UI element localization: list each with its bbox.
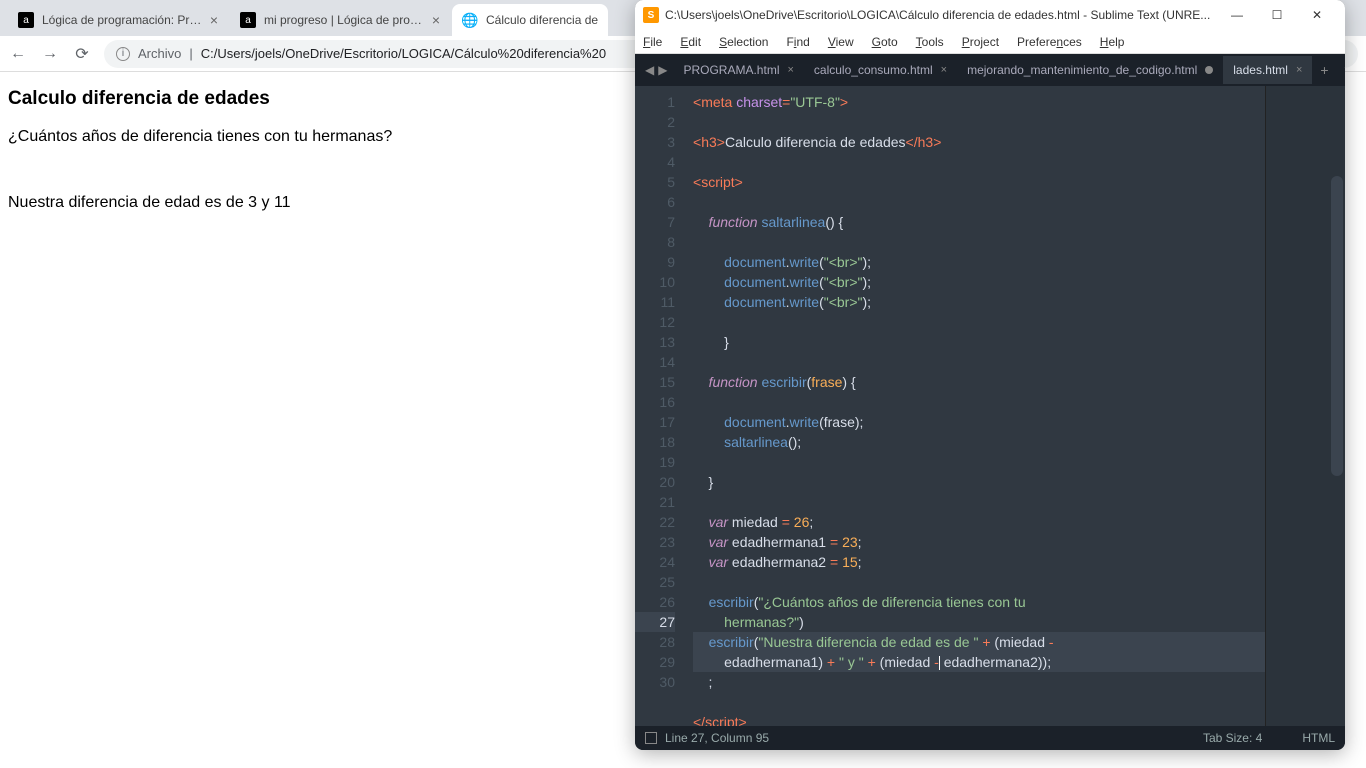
menu-edit[interactable]: Edit <box>680 35 701 49</box>
tab-dropdown-button[interactable]: ▼ <box>1337 65 1345 76</box>
close-icon[interactable]: × <box>1296 64 1302 76</box>
browser-tab-1[interactable]: a Lógica de programación: Primerc × <box>8 4 228 36</box>
new-tab-button[interactable]: + <box>1312 62 1336 78</box>
code-area[interactable]: <meta charset="UTF-8"> <h3>Calculo difer… <box>685 86 1265 726</box>
minimize-button[interactable]: — <box>1217 8 1257 22</box>
menu-tools[interactable]: Tools <box>916 35 944 49</box>
forward-button[interactable]: → <box>40 44 60 64</box>
sublime-window: S C:\Users\joels\OneDrive\Escritorio\LOG… <box>635 0 1345 750</box>
status-syntax[interactable]: HTML <box>1302 731 1335 745</box>
menu-file[interactable]: File <box>643 35 662 49</box>
menu-view[interactable]: View <box>828 35 854 49</box>
address-label: Archivo <box>138 46 181 61</box>
maximize-button[interactable]: ☐ <box>1257 8 1297 22</box>
sublime-icon: S <box>643 7 659 23</box>
favicon: a <box>18 12 34 28</box>
close-icon[interactable]: × <box>432 12 440 28</box>
address-url: C:/Users/joels/OneDrive/Escritorio/LOGIC… <box>201 46 606 61</box>
sublime-statusbar: Line 27, Column 95 Tab Size: 4 HTML <box>635 726 1345 750</box>
close-icon[interactable]: × <box>787 64 793 76</box>
editor-tab-mejorando[interactable]: mejorando_mantenimiento_de_codigo.html <box>957 56 1223 84</box>
tab-title: Cálculo diferencia de <box>486 13 598 27</box>
status-tabsize[interactable]: Tab Size: 4 <box>1203 731 1262 745</box>
window-caption: C:\Users\joels\OneDrive\Escritorio\LOGIC… <box>665 8 1217 22</box>
close-icon[interactable]: × <box>941 64 947 76</box>
info-icon[interactable]: i <box>116 47 130 61</box>
tab-title: mi progreso | Lógica de program <box>264 13 424 27</box>
editor-tab-active[interactable]: lades.html× <box>1223 56 1312 84</box>
browser-tab-3[interactable]: 🌐 Cálculo diferencia de <box>452 4 608 36</box>
status-box-icon[interactable] <box>645 732 657 744</box>
menu-find[interactable]: Find <box>786 35 809 49</box>
close-button[interactable]: ✕ <box>1297 8 1337 22</box>
status-position[interactable]: Line 27, Column 95 <box>665 731 769 745</box>
sublime-tab-strip: ◀▶ PROGRAMA.html× calculo_consumo.html× … <box>635 54 1345 86</box>
menu-project[interactable]: Project <box>962 35 999 49</box>
back-button[interactable]: ← <box>8 44 28 64</box>
editor-tab-programa[interactable]: PROGRAMA.html× <box>673 56 803 84</box>
menu-preferences[interactable]: Preferences <box>1017 35 1082 49</box>
editor-tab-consumo[interactable]: calculo_consumo.html× <box>804 56 957 84</box>
menu-help[interactable]: Help <box>1100 35 1125 49</box>
menu-selection[interactable]: Selection <box>719 35 768 49</box>
close-icon[interactable]: × <box>210 12 218 28</box>
tab-title: Lógica de programación: Primerc <box>42 13 202 27</box>
menu-goto[interactable]: Goto <box>872 35 898 49</box>
tab-scroll-arrows[interactable]: ◀▶ <box>639 63 673 77</box>
modified-dot-icon <box>1205 66 1213 74</box>
globe-icon: 🌐 <box>462 12 478 28</box>
browser-tab-2[interactable]: a mi progreso | Lógica de program × <box>230 4 450 36</box>
favicon: a <box>240 12 256 28</box>
scrollbar-vertical[interactable] <box>1331 176 1343 476</box>
sublime-menubar: File Edit Selection Find View Goto Tools… <box>635 30 1345 54</box>
sublime-titlebar[interactable]: S C:\Users\joels\OneDrive\Escritorio\LOG… <box>635 0 1345 30</box>
editor-body: 1234567891011121314151617181920212223242… <box>635 86 1345 726</box>
line-gutter[interactable]: 1234567891011121314151617181920212223242… <box>635 86 685 726</box>
reload-button[interactable]: ⟳ <box>72 44 92 64</box>
